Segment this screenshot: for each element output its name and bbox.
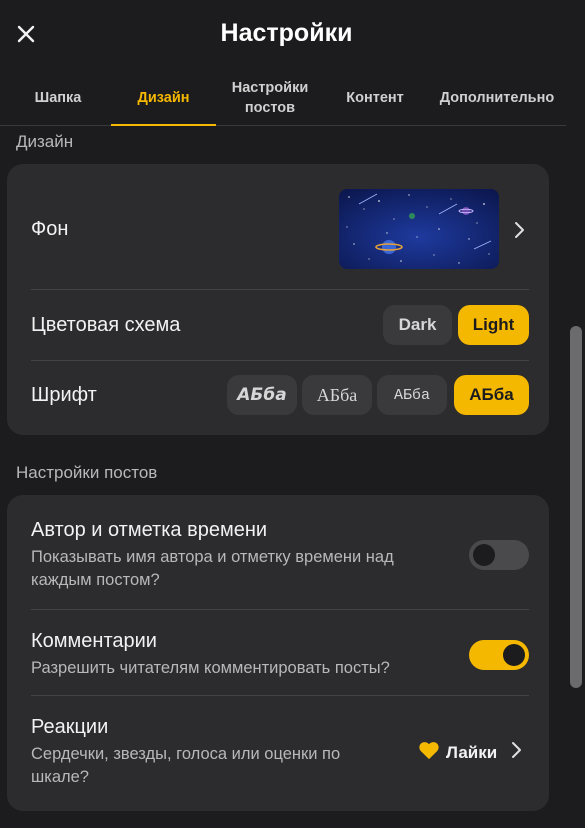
reactions-value: Лайки — [446, 742, 498, 762]
divider — [31, 289, 529, 290]
heart-icon — [418, 740, 440, 765]
chevron-right-icon — [509, 740, 523, 765]
reactions-selector[interactable]: Лайки — [418, 740, 523, 765]
comments-description: Разрешить читателям комментировать посты… — [31, 659, 390, 677]
section-label-post-settings: Настройки постов — [16, 463, 158, 482]
author-timestamp-description: Показывать имя автора и отметку времени … — [31, 548, 394, 589]
font-label: Шрифт — [31, 384, 97, 406]
font-option-serif-button[interactable]: АБба — [302, 375, 372, 415]
design-card: Фон Цветовая схема Dark Light Шрифт АБба… — [7, 164, 549, 435]
divider — [31, 360, 529, 361]
tab-content[interactable]: Контент — [330, 70, 420, 125]
header: Настройки — [0, 0, 585, 70]
color-scheme-label: Цветовая схема — [31, 314, 181, 336]
active-tab-indicator — [111, 124, 216, 126]
author-timestamp-toggle[interactable] — [469, 540, 529, 570]
divider — [31, 695, 529, 696]
toggle-knob — [473, 544, 495, 566]
color-scheme-dark-button[interactable]: Dark — [383, 305, 452, 345]
section-label-design: Дизайн — [16, 132, 74, 151]
toggle-knob — [503, 644, 525, 666]
tab-advanced[interactable]: Дополнительно — [432, 70, 562, 125]
background-preview-image[interactable] — [339, 189, 499, 269]
comments-toggle[interactable] — [469, 640, 529, 670]
page-title: Настройки — [220, 19, 353, 47]
font-option-sans-button[interactable]: АБба — [454, 375, 529, 415]
tab-bar: Шапка Дизайн Настройки постов Контент До… — [0, 70, 566, 126]
font-option-italic-button[interactable]: АБба — [227, 375, 297, 415]
tab-header[interactable]: Шапка — [20, 70, 96, 125]
background-chevron-right-icon[interactable] — [512, 220, 526, 240]
tab-post-settings[interactable]: Настройки постов — [222, 70, 318, 125]
reactions-description: Сердечки, звезды, голоса или оценки по ш… — [31, 745, 341, 786]
background-label: Фон — [31, 218, 69, 240]
scrollbar-thumb[interactable] — [570, 326, 582, 688]
color-scheme-light-button[interactable]: Light — [458, 305, 529, 345]
font-option-mono-button[interactable]: АБба — [377, 375, 447, 415]
tab-design[interactable]: Дизайн — [111, 70, 216, 125]
comments-title: Комментарии — [31, 630, 157, 652]
divider — [31, 609, 529, 610]
post-settings-card: Автор и отметка времени Показывать имя а… — [7, 495, 549, 811]
reactions-title: Реакции — [31, 716, 109, 738]
author-timestamp-title: Автор и отметка времени — [31, 519, 268, 541]
